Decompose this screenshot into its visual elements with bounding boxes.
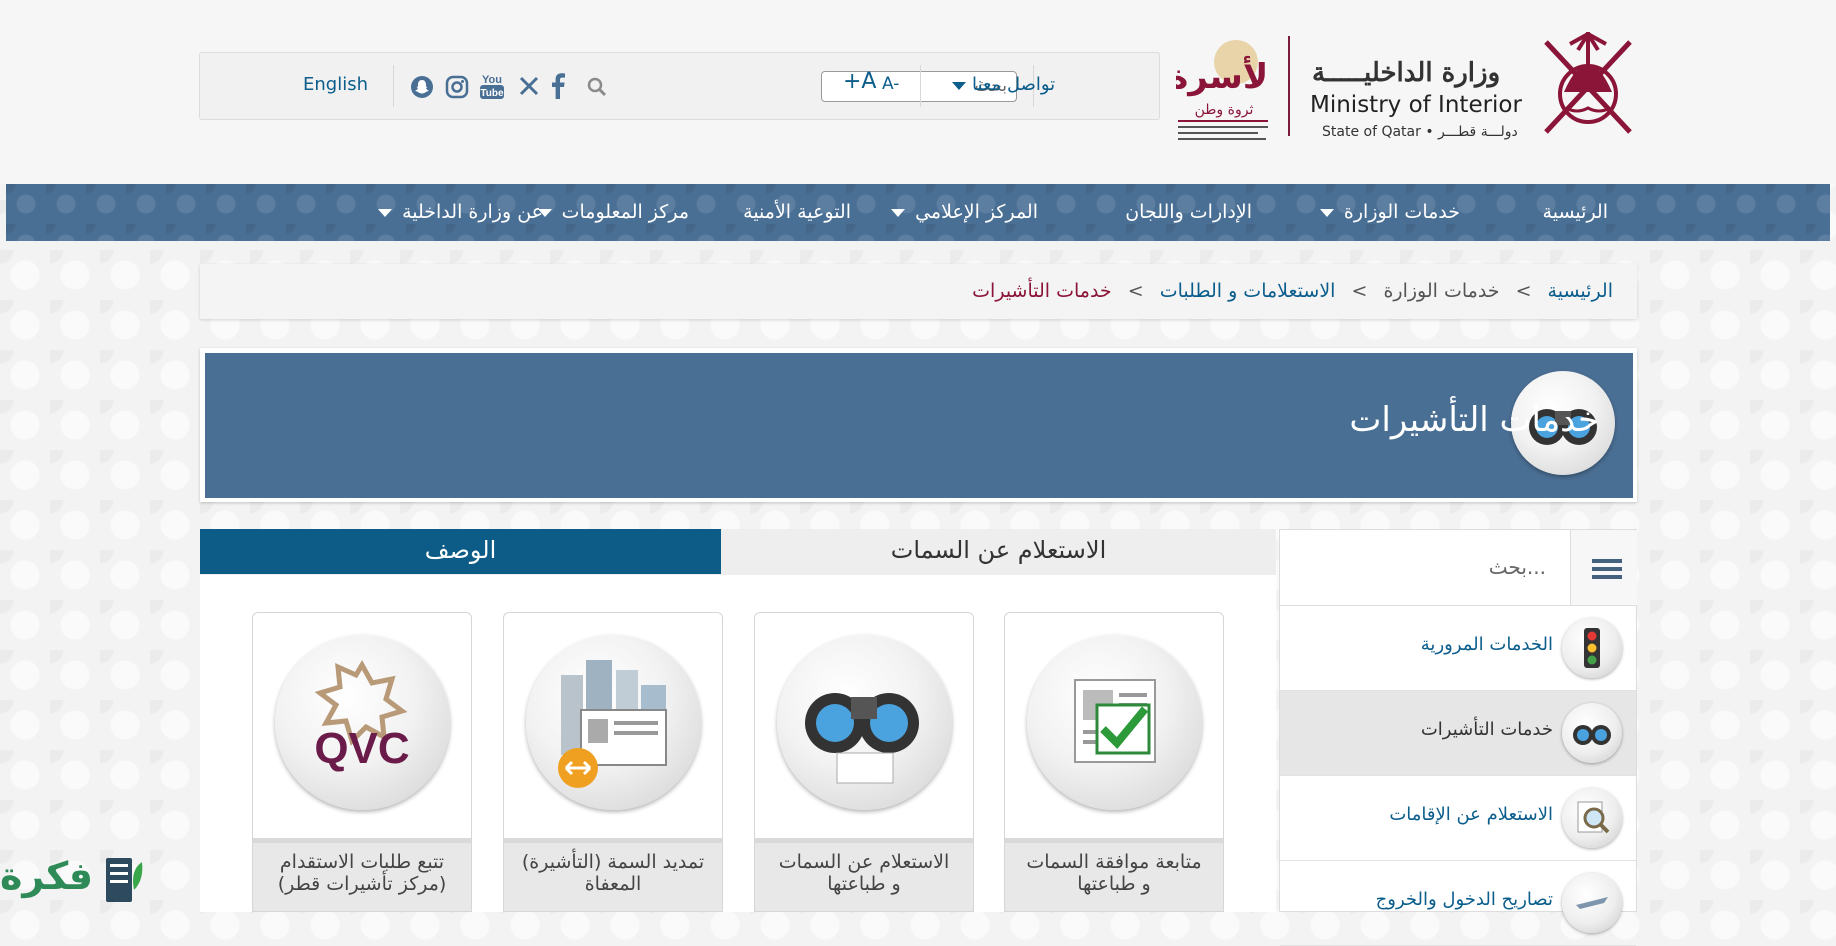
breadcrumb-inquiries[interactable]: الاستعلامات و الطلبات	[1160, 280, 1336, 302]
instagram-icon[interactable]	[445, 75, 469, 99]
chevron-down-icon	[952, 81, 966, 90]
plane-icon	[1562, 873, 1622, 933]
services-side-panel: بحث... الخدمات المرورية خدمات التأشيرات	[1279, 529, 1637, 946]
youtube-icon[interactable]: You Tube	[479, 71, 505, 101]
logo-divider	[1288, 36, 1290, 136]
sidebar-item-visas[interactable]: خدمات التأشيرات	[1280, 691, 1636, 776]
card-caption: الاستعلام عن السمات و طباعتها	[755, 838, 973, 911]
sidebar-item-residency[interactable]: الاستعلام عن الإقامات	[1280, 776, 1636, 861]
approved-document-icon	[1027, 635, 1202, 810]
sidebar-item-traffic[interactable]: الخدمات المرورية	[1280, 606, 1636, 691]
nav-item-about-ministry[interactable]: عن وزارة الداخلية	[378, 184, 543, 241]
language-link[interactable]: English	[303, 74, 368, 95]
traffic-light-icon	[1562, 618, 1622, 678]
watermark-logo: فكرة	[0, 848, 150, 908]
chevron-down-icon	[378, 208, 393, 217]
hamburger-menu-icon[interactable]	[1570, 530, 1637, 605]
chevron-down-icon	[1319, 208, 1334, 217]
breadcrumb-ministry-services[interactable]: خدمات الوزارة	[1383, 280, 1499, 302]
ministry-name-arabic: وزارة الداخليـــــة	[1312, 58, 1501, 88]
facebook-icon[interactable]	[550, 73, 566, 99]
card-caption: تتبع طلبات الاستقدام (مركز تأشيرات قطر)	[253, 838, 471, 911]
card-caption: تمديد السمة (التأشيرة) المعفاة	[504, 838, 722, 911]
service-card[interactable]: QVC تتبع طلبات الاستقدام (مركز تأشيرات قط…	[252, 612, 472, 912]
svg-text:Tube: Tube	[480, 88, 504, 99]
card-caption: متابعة موافقة السمات و طباعتها	[1005, 838, 1223, 911]
book-leaf-icon	[106, 858, 143, 902]
qatar-emblem-icon	[1544, 32, 1632, 134]
snapchat-icon[interactable]	[410, 75, 434, 99]
tab-bar: الوصف الاستعلام عن السمات	[200, 529, 1276, 575]
visa-extension-icon	[526, 635, 701, 810]
state-label: State of Qatar • دولـــة قطـــر	[1322, 124, 1518, 140]
page-title: خدمات التأشيرات	[1349, 400, 1599, 440]
nav-item-ministry-services[interactable]: خدمات الوزارة	[1319, 184, 1460, 241]
family-logo-title: الأسرة	[1176, 55, 1271, 97]
watermark-text: فكرة	[0, 854, 94, 898]
tab-description[interactable]: الوصف	[200, 529, 721, 574]
breadcrumb: الرئيسية > خدمات الوزارة > الاستعلامات و…	[200, 264, 1637, 319]
svg-text:You: You	[482, 74, 502, 86]
qvc-logo: QVC	[275, 635, 450, 810]
chevron-down-icon	[891, 208, 906, 217]
binoculars-icon	[1562, 703, 1622, 763]
service-card[interactable]: الاستعلام عن السمات و طباعتها	[754, 612, 974, 912]
ministry-name-english: Ministry of Interior	[1310, 92, 1522, 118]
tab-inquiry[interactable]: الاستعلام عن السمات	[721, 529, 1276, 574]
contact-dropdown[interactable]: تواصل معنا	[952, 74, 1055, 95]
service-card[interactable]: متابعة موافقة السمات و طباعتها	[1004, 612, 1224, 912]
side-search-input[interactable]: بحث...	[1489, 555, 1546, 579]
header-toolbar: English You Tube بحث +A A- تواصل معنا	[199, 52, 1160, 120]
main-navigation: الرئيسية خدمات الوزارة الإدارات واللجان الم…	[6, 184, 1830, 241]
font-increase-button[interactable]: +A	[843, 69, 876, 94]
magnifier-icon	[1562, 788, 1622, 848]
binoculars-icon	[777, 635, 952, 810]
breadcrumb-home[interactable]: الرئيسية	[1548, 280, 1613, 302]
page-banner: خدمات التأشيرات	[205, 353, 1633, 498]
breadcrumb-current: خدمات التأشيرات	[972, 280, 1112, 302]
search-icon[interactable]	[587, 77, 607, 97]
svg-text:QVC: QVC	[314, 724, 409, 773]
nav-item-home[interactable]: الرئيسية	[1543, 184, 1608, 241]
nav-item-security-awareness[interactable]: التوعية الأمنية	[743, 184, 851, 241]
nav-item-media-center[interactable]: المركز الإعلامي	[891, 184, 1038, 241]
side-search-bar: بحث...	[1280, 530, 1637, 606]
service-card[interactable]: تمديد السمة (التأشيرة) المعفاة	[503, 612, 723, 912]
family-year-logo: الأسرة ثروة وطن	[1168, 20, 1280, 148]
nav-item-departments[interactable]: الإدارات واللجان	[1125, 184, 1252, 241]
x-twitter-icon[interactable]	[518, 75, 540, 97]
nav-item-information-center[interactable]: مركز المعلومات	[537, 184, 689, 241]
family-logo-subtitle: ثروة وطن	[1195, 102, 1254, 118]
sidebar-item-permits[interactable]: تصاريح الدخول والخروج	[1280, 861, 1636, 946]
font-decrease-button[interactable]: A-	[882, 74, 899, 94]
